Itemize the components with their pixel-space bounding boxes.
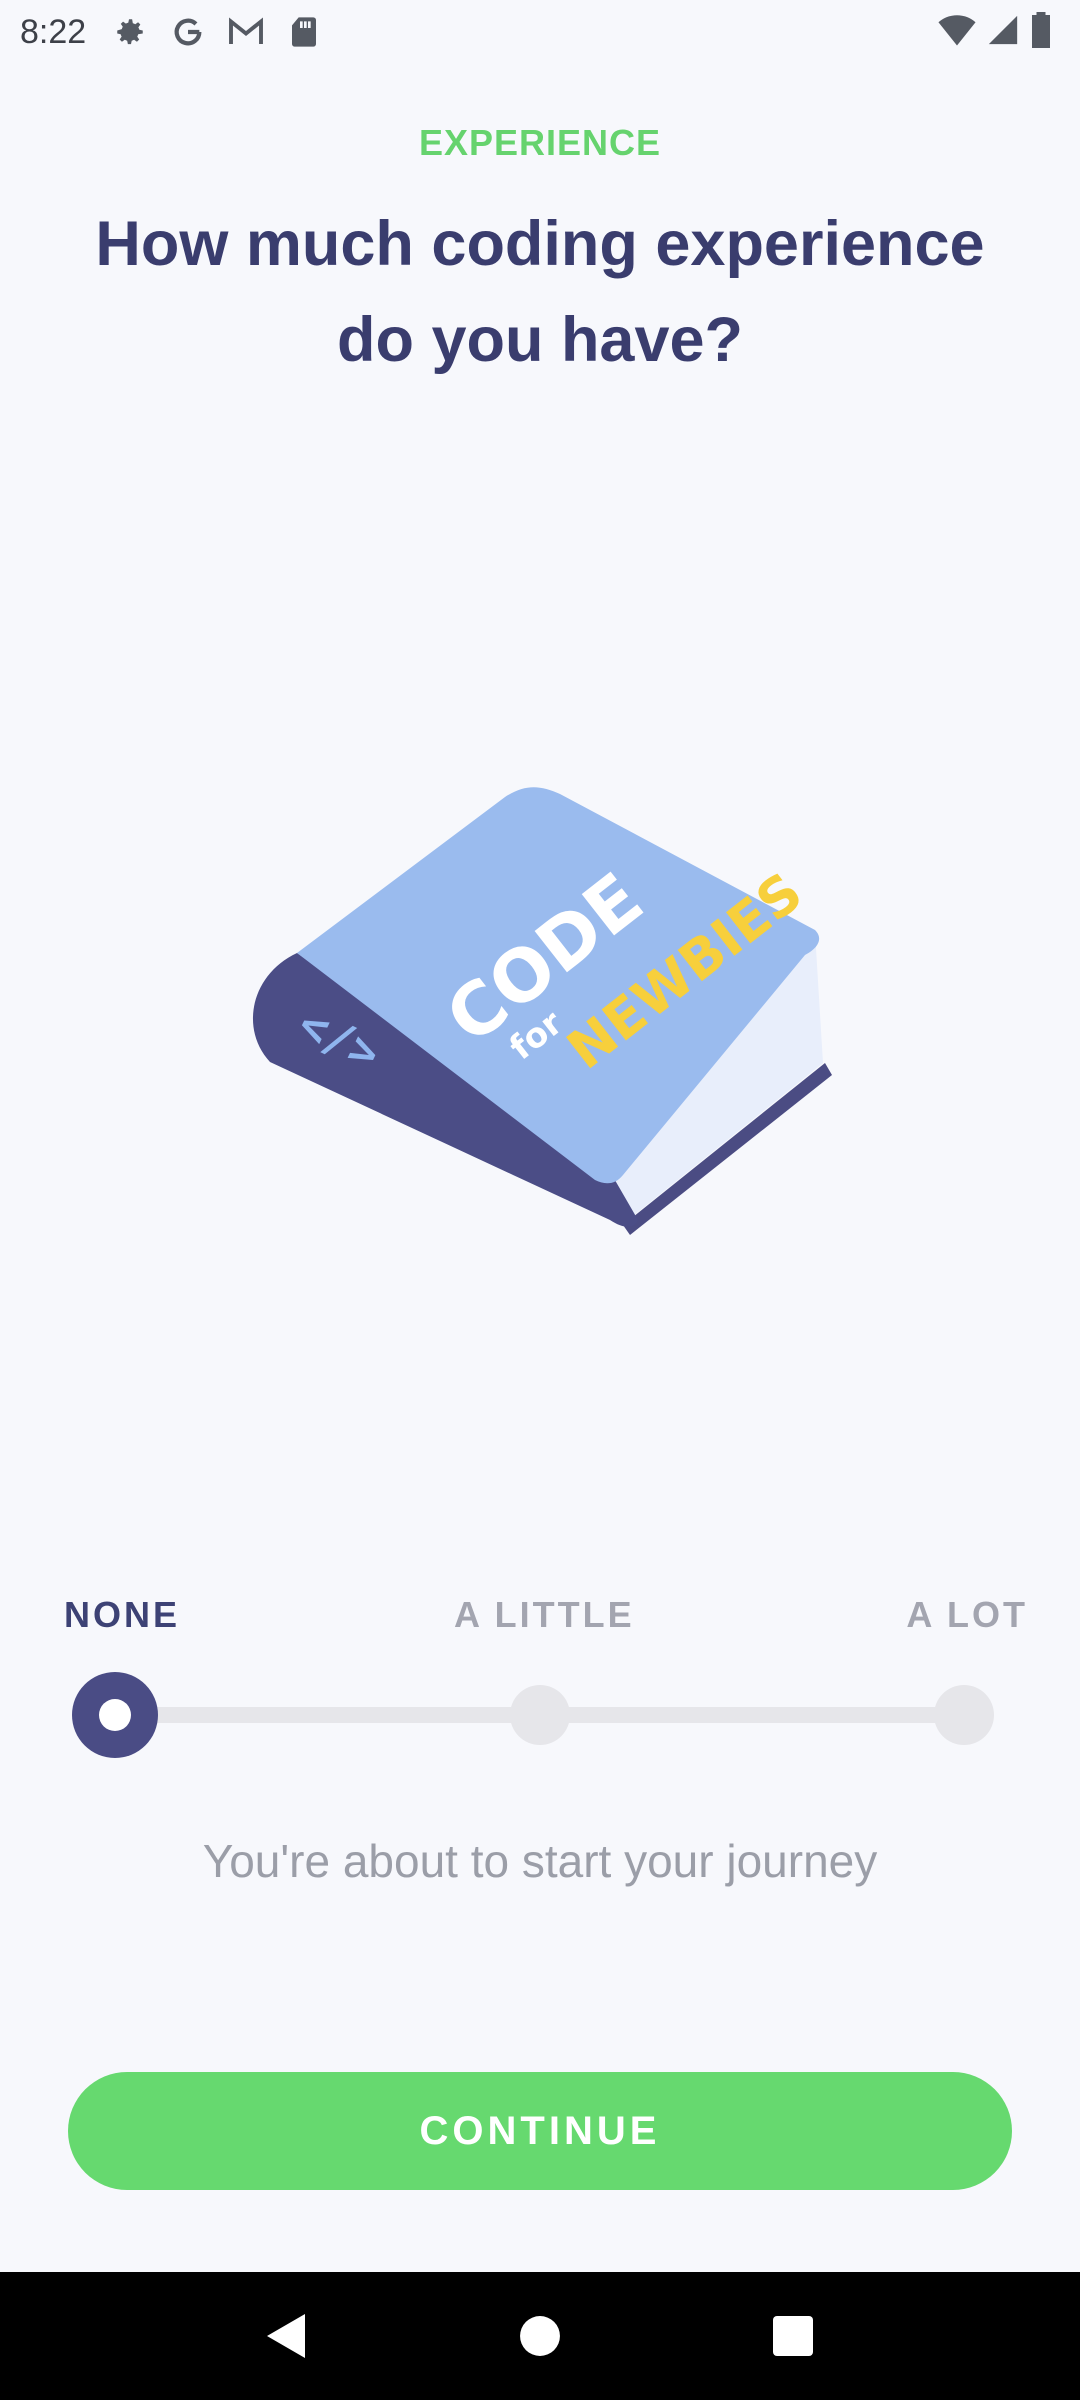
battery-icon — [1030, 12, 1052, 53]
experience-labels: NONE A LITTLE A LOT — [62, 1594, 1025, 1636]
wifi-icon — [938, 13, 976, 52]
slider-stop-a-little[interactable] — [510, 1685, 570, 1745]
label-a-little[interactable]: A LITTLE — [454, 1594, 635, 1636]
gmail-icon — [228, 14, 264, 50]
system-nav-bar — [0, 2272, 1080, 2400]
cell-signal-icon — [986, 13, 1020, 52]
status-time: 8:22 — [20, 12, 87, 51]
label-a-lot[interactable]: A LOT — [906, 1594, 1028, 1636]
google-icon — [170, 14, 206, 50]
status-bar: 8:22 — [0, 0, 1080, 64]
experience-slider[interactable] — [72, 1672, 998, 1758]
onboarding-screen: 8:22 EXPERIENCE How much coding experien… — [0, 0, 1080, 2400]
label-none[interactable]: NONE — [64, 1594, 180, 1636]
book-illustration: CODE for NEWBIES </> — [240, 780, 840, 1250]
step-overline: EXPERIENCE — [418, 122, 662, 163]
slider-thumb[interactable] — [72, 1672, 158, 1758]
slider-thumb-dot — [99, 1699, 131, 1731]
home-icon[interactable] — [510, 2306, 570, 2366]
settings-icon — [112, 14, 148, 50]
recents-icon[interactable] — [763, 2306, 823, 2366]
continue-button[interactable]: CONTINUE — [68, 2072, 1012, 2190]
page-title: How much coding experience do you have? — [95, 209, 985, 375]
back-icon[interactable] — [257, 2306, 317, 2366]
sd-card-icon — [286, 14, 322, 50]
experience-caption: You're about to start your journey — [202, 1835, 878, 1887]
slider-stop-a-lot[interactable] — [934, 1685, 994, 1745]
